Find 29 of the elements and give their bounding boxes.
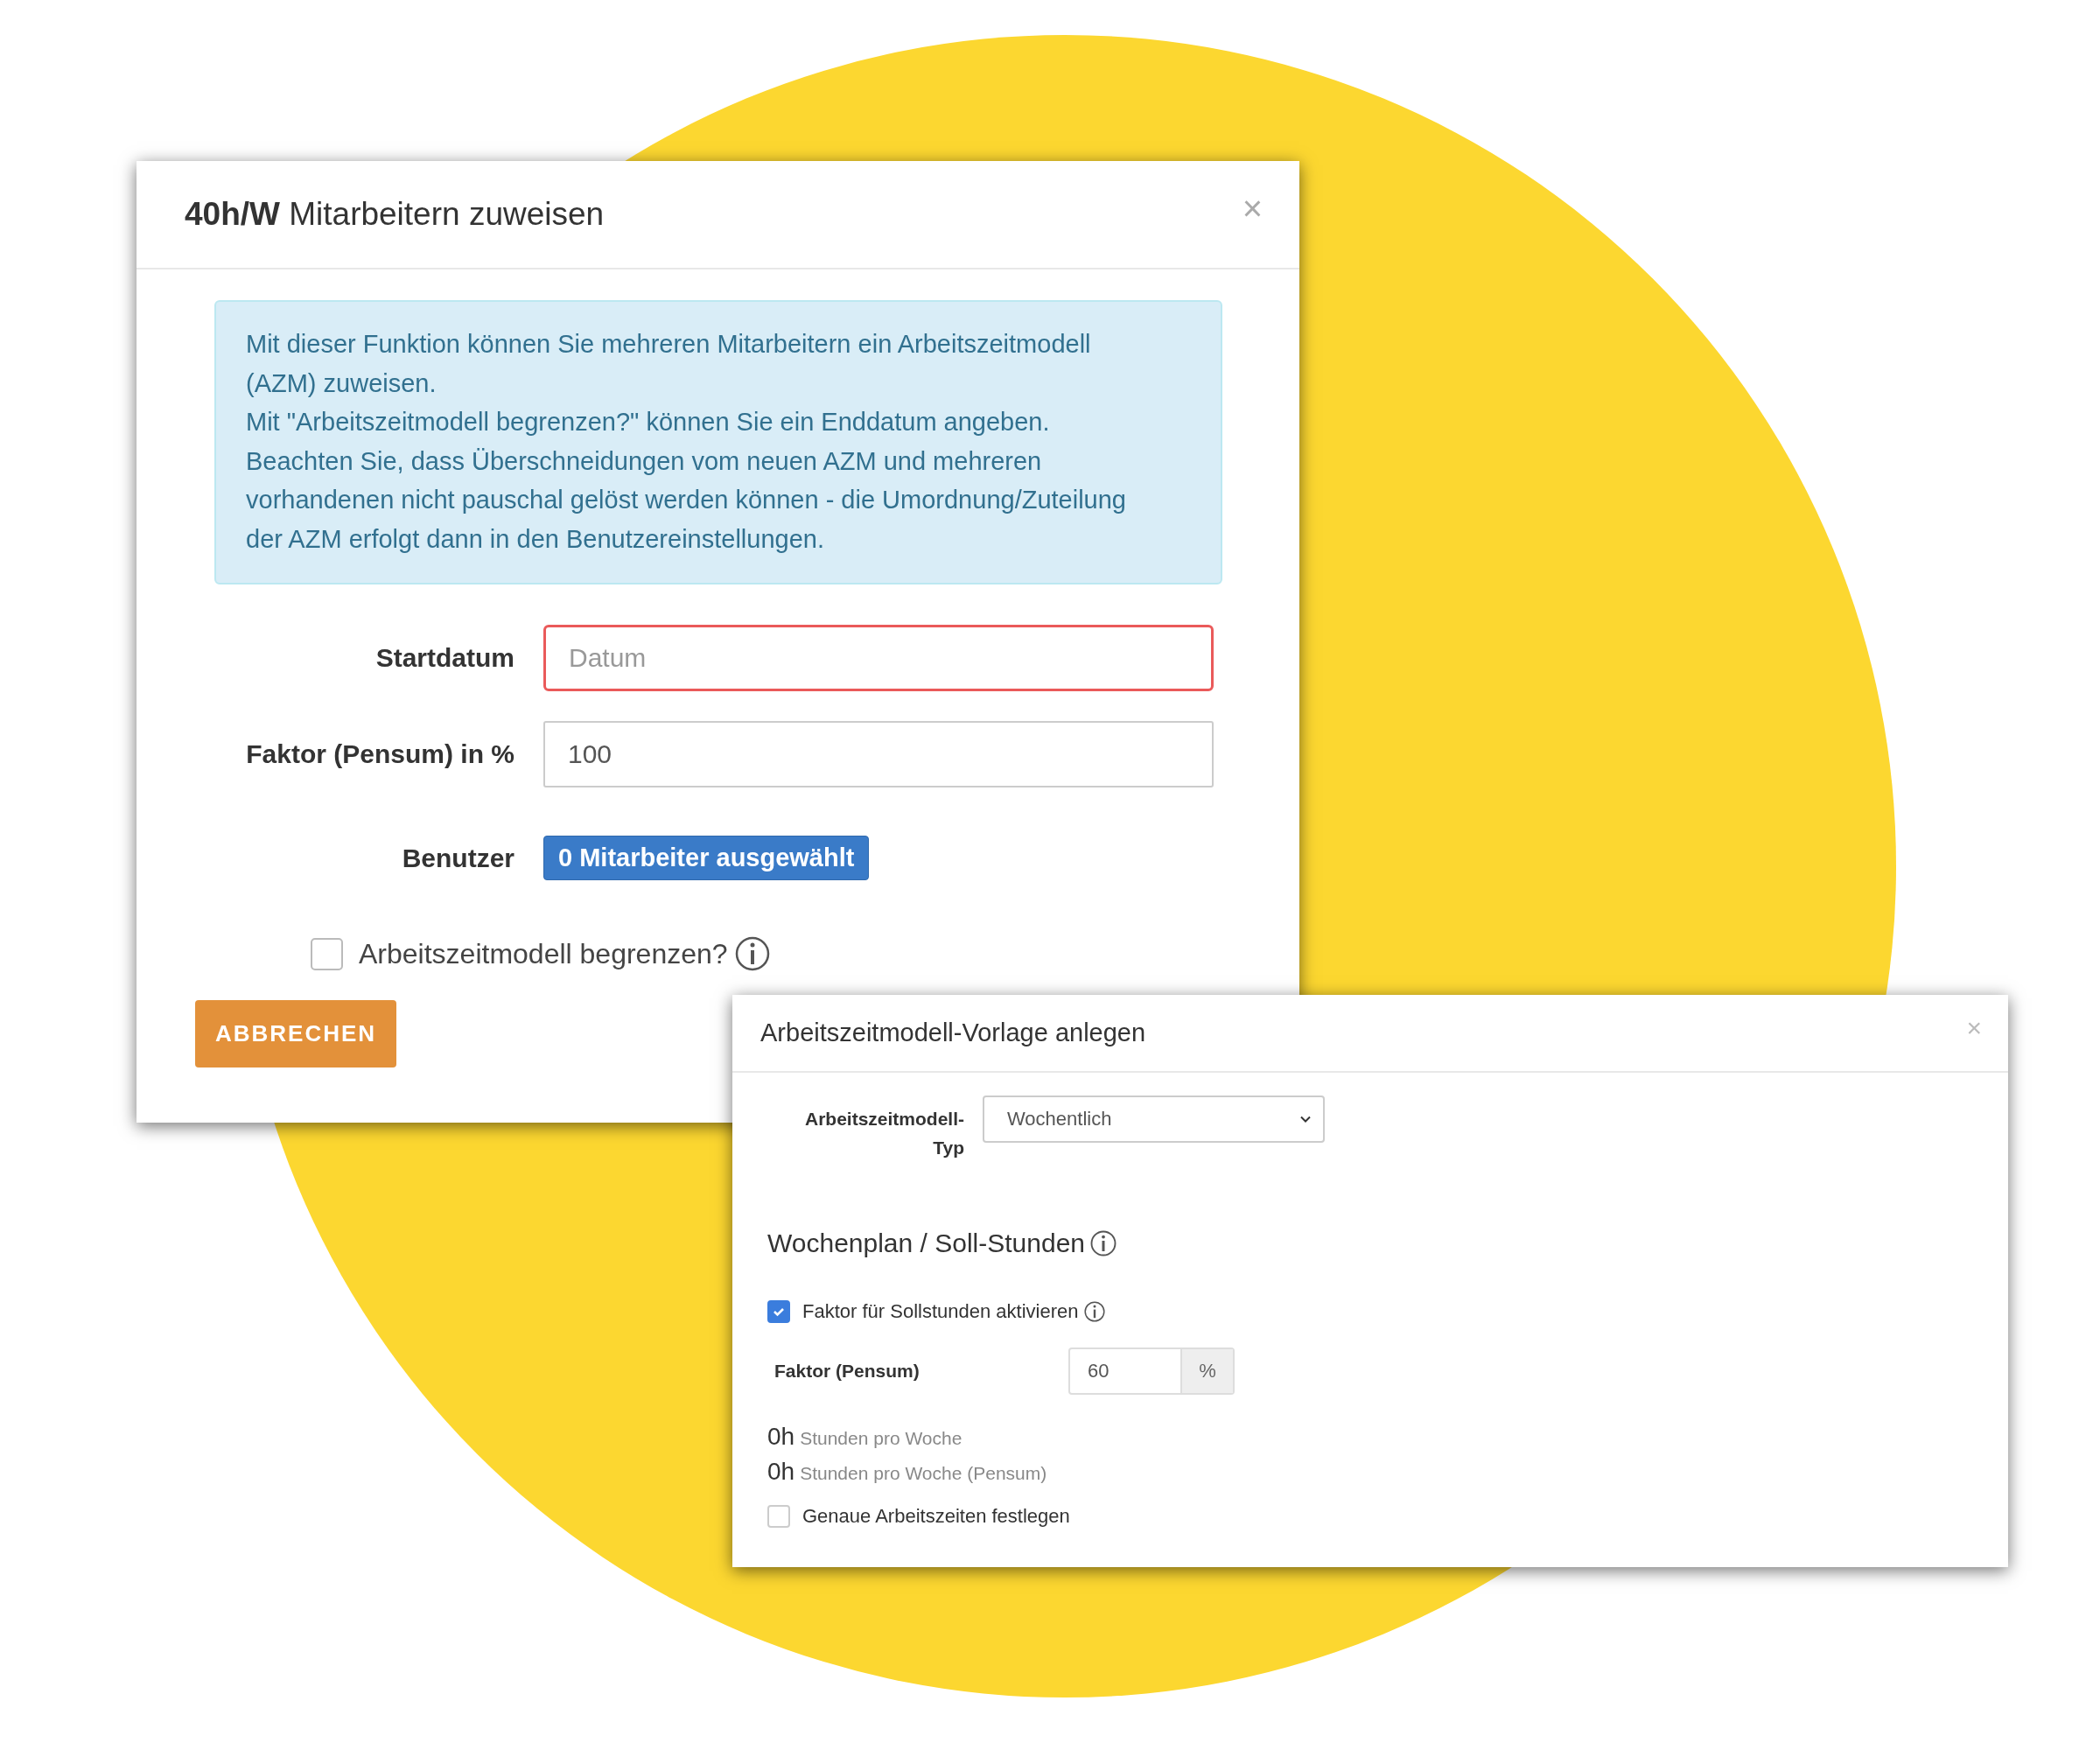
checkbox-label: Genaue Arbeitszeiten festlegen [802,1505,1070,1528]
field-label: Startdatum [374,643,514,673]
hours-total: 0h Stunden pro Woche (Pensum) [767,1458,1047,1486]
checkbox[interactable] [767,1505,790,1528]
info-text: Beachten Sie, dass Überschneidungen vom neuen AZM und mehreren vorhandenen nicht pauschal gelöst werden können - die Umordnung/Zuteilung der AZM erfolgt dann in den Benutzereinstellungen. [246,445,1127,555]
hours-total: 0h Stunden pro Woche [767,1423,962,1451]
info-icon[interactable] [1090,1230,1117,1256]
close-button[interactable]: × [1236,188,1268,228]
field-label: Faktor (Pensum) [774,1361,920,1382]
checkbox-label: Arbeitszeitmodell begrenzen? [359,937,728,970]
field-label: Arbeitszeitmodell-Typ [803,1108,964,1159]
checkbox[interactable] [767,1300,790,1323]
field-label: Benutzer [401,843,514,873]
input-field[interactable]: Datum [543,625,1214,691]
select-users-button[interactable]: 0 Mitarbeiter ausgewählt [543,836,870,880]
section-heading: Wochenplan / Soll-Stunden [767,1228,1086,1258]
field-label: Faktor (Pensum) in % [245,739,514,769]
checkbox[interactable] [311,937,343,970]
dialog-title: 40h/W Mitarbeitern zuweisen [185,196,605,233]
info-text: Mit dieser Funktion können Sie mehreren Mitarbeitern ein Arbeitszeitmodell (AZM) zuweisen. [246,329,1092,399]
select-field[interactable]: Wochentlich [983,1096,1325,1143]
checkbox-label: Faktor für Sollstunden aktivieren [802,1300,1079,1323]
cancel-button[interactable]: ABBRECHEN [195,1000,396,1068]
info-icon[interactable] [734,936,770,971]
input-field[interactable]: 100 [543,721,1214,788]
info-text: Mit "Arbeitszeitmodell begrenzen?" können Sie ein Enddatum angeben. [246,407,1051,438]
percent-input-field[interactable]: 60 % [1068,1348,1235,1395]
info-icon[interactable] [1083,1301,1105,1322]
dialog-title: Arbeitszeitmodell-Vorlage anlegen [760,1018,1146,1047]
